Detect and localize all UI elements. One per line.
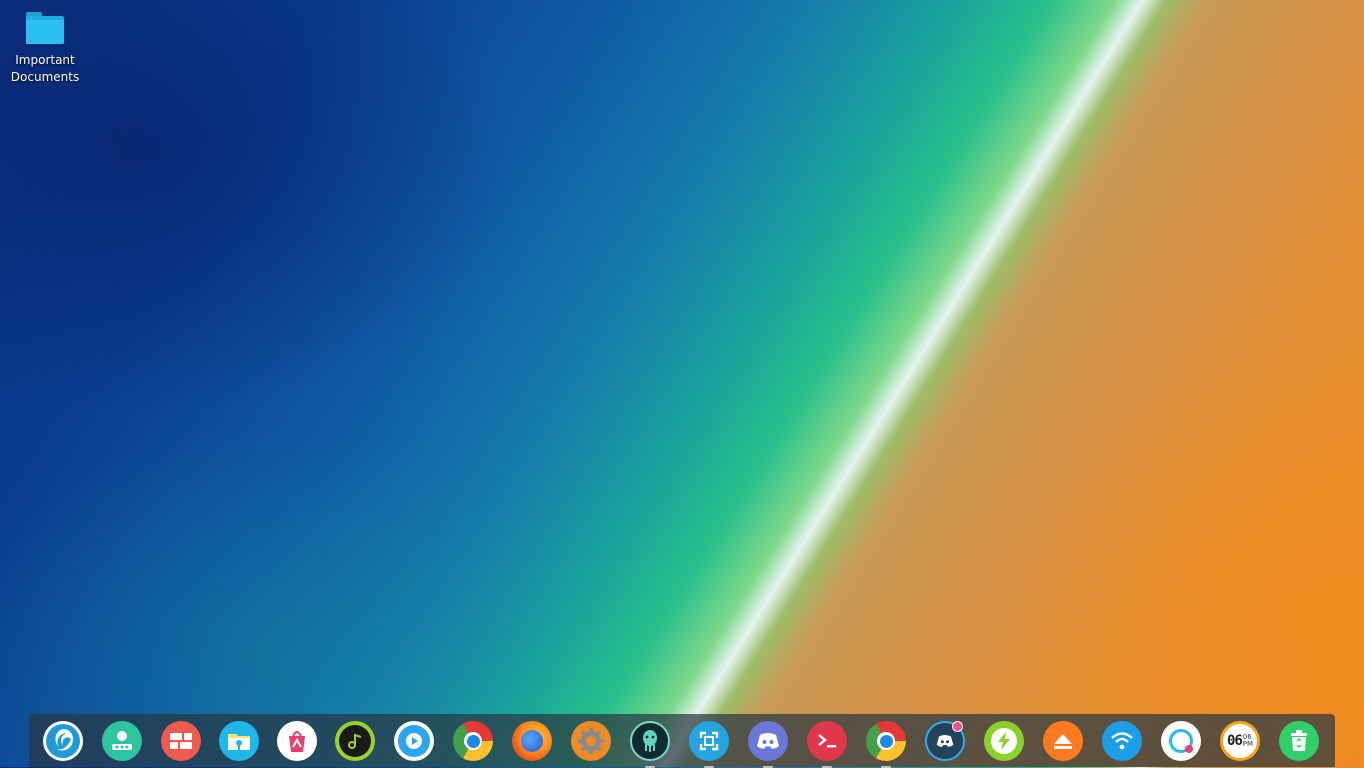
multitask-icon bbox=[161, 721, 201, 761]
clock-icon: 06 06 PM bbox=[1220, 721, 1260, 761]
eject-icon bbox=[1043, 721, 1083, 761]
dock-multitasking-view[interactable] bbox=[161, 721, 201, 761]
dock-file-manager[interactable] bbox=[219, 721, 259, 761]
notification-badge bbox=[952, 721, 963, 732]
wallpaper bbox=[0, 0, 1364, 767]
dock-deepin-store[interactable] bbox=[277, 721, 317, 761]
clock-ampm: PM bbox=[1242, 740, 1254, 748]
clock-hour: 06 bbox=[1226, 733, 1243, 749]
dock-firefox[interactable] bbox=[512, 721, 552, 761]
screenshot-icon bbox=[689, 721, 729, 761]
dock-eject[interactable] bbox=[1043, 721, 1083, 761]
folder-icon bbox=[24, 8, 66, 46]
music-icon bbox=[335, 721, 375, 761]
dock-screenshot[interactable] bbox=[689, 721, 729, 768]
notification-icon bbox=[1161, 721, 1201, 761]
deepin-launcher-icon bbox=[43, 721, 83, 761]
dock-chrome-2[interactable] bbox=[866, 721, 906, 768]
dock-chrome[interactable] bbox=[453, 721, 493, 761]
dock-discord-tray[interactable] bbox=[925, 721, 965, 761]
discord-icon bbox=[748, 721, 788, 761]
dock-clock[interactable]: 06 06 PM bbox=[1220, 721, 1260, 761]
desktop-icon-important-documents[interactable]: Important Documents bbox=[4, 8, 86, 86]
dock-settings[interactable] bbox=[571, 721, 611, 761]
file-manager-icon bbox=[219, 721, 259, 761]
dock-notifications[interactable] bbox=[1161, 721, 1201, 761]
dock-discord[interactable] bbox=[748, 721, 788, 768]
dock-movie-player[interactable] bbox=[394, 721, 434, 761]
desktop-icon-label: Important Documents bbox=[10, 53, 80, 84]
dock-trash[interactable] bbox=[1279, 721, 1319, 761]
dock-network[interactable] bbox=[1102, 721, 1142, 761]
dock-launcher[interactable] bbox=[43, 721, 83, 761]
dock-app-store[interactable] bbox=[102, 721, 142, 761]
power-bolt-icon bbox=[984, 721, 1024, 761]
wifi-icon bbox=[1102, 721, 1142, 761]
app-store-icon bbox=[102, 721, 142, 761]
dock-power[interactable] bbox=[984, 721, 1024, 761]
dock-music[interactable] bbox=[335, 721, 375, 761]
gear-icon bbox=[571, 721, 611, 761]
chrome-icon bbox=[453, 721, 493, 761]
movie-icon bbox=[394, 721, 434, 761]
gitkraken-icon bbox=[630, 721, 670, 761]
chrome-icon bbox=[866, 721, 906, 761]
store-bag-icon bbox=[277, 721, 317, 761]
firefox-icon bbox=[512, 721, 552, 761]
dock-terminal[interactable] bbox=[807, 721, 847, 768]
terminal-icon bbox=[807, 721, 847, 761]
trash-icon bbox=[1279, 721, 1319, 761]
dock: 06 06 PM bbox=[29, 714, 1335, 768]
dock-gitkraken[interactable] bbox=[630, 721, 670, 768]
